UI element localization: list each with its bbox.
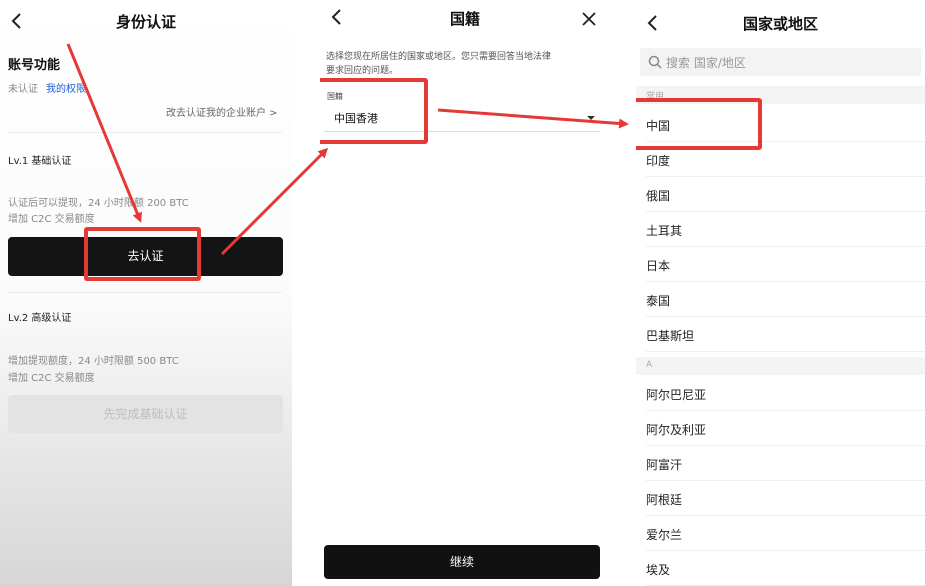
page-title: 身份认证 bbox=[115, 13, 176, 31]
instruction-line1: 选择您现在所居住的国家或地区。您只需要回答当地法律 bbox=[326, 52, 552, 62]
country-item[interactable]: 阿根廷 bbox=[636, 482, 925, 516]
gap bbox=[292, 0, 320, 586]
country-label: 爱尔兰 bbox=[646, 528, 683, 542]
nationality-screen: 国籍 选择您现在所居住的国家或地区。您只需要回答当地法律 要求回应的问题。 国籍… bbox=[320, 0, 610, 586]
lv2-desc-line2: 增加 C2C 交易额度 bbox=[8, 373, 95, 384]
country-label: 俄国 bbox=[646, 189, 671, 203]
country-item[interactable]: 日本 bbox=[636, 248, 925, 282]
country-search-bar[interactable]: 搜索 国家/地区 bbox=[640, 48, 921, 76]
country-label: 印度 bbox=[646, 154, 671, 168]
country-label: 阿富汗 bbox=[646, 458, 683, 472]
search-placeholder: 搜索 国家/地区 bbox=[666, 56, 746, 70]
lv1-desc-line1: 认证后可以提现，24 小时限额 200 BTC bbox=[8, 198, 189, 209]
country-item[interactable]: 阿富汗 bbox=[636, 447, 925, 481]
lv2-title: Lv.2 高级认证 bbox=[8, 313, 72, 324]
page-title: 国家或地区 bbox=[742, 15, 818, 33]
country-item[interactable]: 阿尔及利亚 bbox=[636, 412, 925, 446]
header: 国籍 bbox=[320, 0, 610, 44]
country-label: 阿根廷 bbox=[646, 493, 683, 507]
section-header-a: A bbox=[636, 357, 925, 375]
my-rights-link[interactable]: 我的权限 bbox=[46, 80, 86, 95]
lv1-desc-line2: 增加 C2C 交易额度 bbox=[8, 214, 95, 225]
country-label: 土耳其 bbox=[646, 224, 683, 238]
country-region-screen: 国家或地区 搜索 国家/地区 常用 中国 印度 俄国 土耳其 日本 泰国 巴基斯… bbox=[636, 0, 925, 586]
header: 国家或地区 bbox=[636, 0, 925, 44]
divider bbox=[8, 132, 282, 133]
dropdown-caret-icon bbox=[587, 116, 595, 120]
enterprise-verify-link[interactable]: 改去认证我的企业账户 > bbox=[166, 104, 278, 119]
country-label: 日本 bbox=[646, 259, 671, 273]
country-item[interactable]: 俄国 bbox=[636, 178, 925, 212]
header: 身份认证 bbox=[0, 0, 292, 44]
lv2-desc-line1: 增加提现额度，24 小时限额 500 BTC bbox=[8, 356, 179, 367]
country-item[interactable]: 土耳其 bbox=[636, 213, 925, 247]
highlight-box-china bbox=[636, 98, 762, 150]
country-item[interactable]: 埃及 bbox=[636, 552, 925, 586]
gap bbox=[610, 0, 636, 586]
search-icon bbox=[648, 55, 662, 69]
advanced-verification-button-disabled: 先完成基础认证 bbox=[8, 395, 283, 433]
country-label: 埃及 bbox=[646, 563, 671, 577]
country-label: 阿尔及利亚 bbox=[646, 423, 707, 437]
country-item[interactable]: 巴基斯坦 bbox=[636, 318, 925, 352]
page-title: 国籍 bbox=[449, 10, 480, 28]
instruction-line2: 要求回应的问题。 bbox=[326, 66, 399, 76]
identity-verification-screen: 身份认证 账号功能 未认证 我的权限 改去认证我的企业账户 > Lv.1 基础认… bbox=[0, 0, 292, 586]
divider bbox=[8, 292, 282, 293]
verification-status: 未认证 bbox=[8, 84, 38, 95]
country-item[interactable]: 泰国 bbox=[636, 283, 925, 317]
country-label: 阿尔巴尼亚 bbox=[646, 388, 707, 402]
lv1-title: Lv.1 基础认证 bbox=[8, 156, 72, 167]
country-item[interactable]: 爱尔兰 bbox=[636, 517, 925, 551]
section-header-label: A bbox=[646, 360, 653, 370]
country-label: 巴基斯坦 bbox=[646, 329, 695, 343]
country-label: 泰国 bbox=[646, 294, 671, 308]
highlight-box-verify bbox=[84, 227, 201, 281]
account-section-title: 账号功能 bbox=[8, 58, 61, 73]
close-icon[interactable] bbox=[578, 8, 600, 30]
highlight-box-nationality bbox=[320, 78, 428, 144]
continue-button[interactable]: 继续 bbox=[324, 545, 600, 579]
country-item[interactable]: 阿尔巴尼亚 bbox=[636, 377, 925, 411]
